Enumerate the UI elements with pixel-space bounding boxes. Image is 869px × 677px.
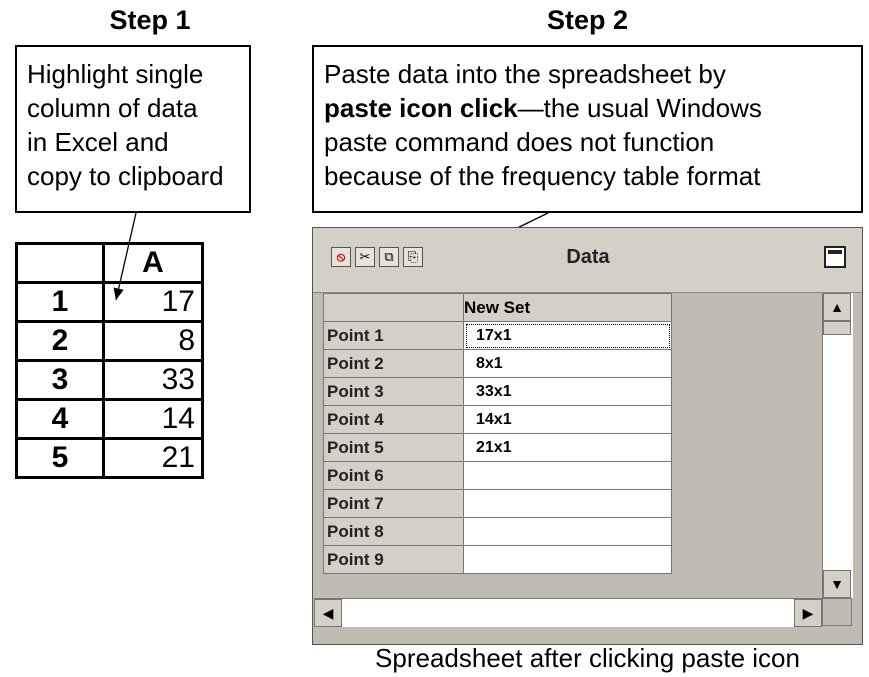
excel-row-header[interactable]: 3 [15,359,105,401]
caption: Spreadsheet after clicking paste icon [375,643,800,673]
row-label[interactable]: Point 3 [323,377,464,406]
no-entry-icon[interactable]: ⦸ [331,247,351,267]
column-header-new-set[interactable]: New Set [463,293,672,322]
step2-title: Step 2 [546,5,629,35]
scroll-down-arrow-icon[interactable]: ▼ [823,570,851,598]
grid-cell[interactable] [463,489,672,518]
scroll-right-arrow-icon[interactable]: ▶ [794,599,822,627]
grid-cell[interactable] [463,517,672,546]
data-window-title: Data [566,246,610,268]
grid-cell[interactable]: 14x1 [463,405,672,434]
copy-icon[interactable]: ⧉ [379,247,399,267]
data-window-titlebar: ⦸ ✂ ⧉ ⎘ Data [313,228,862,293]
step2-line2: paste icon click—the usual Windows [324,93,762,123]
grid-cell[interactable]: 21x1 [463,433,672,462]
row-label[interactable]: Point 8 [323,517,464,546]
excel-row-header[interactable]: 5 [15,437,105,479]
excel-table: A 1 17 28 3 33 4 14 5 21 [15,242,204,479]
scroll-up-arrow-icon[interactable]: ▲ [823,293,851,321]
scrollbar-corner [822,598,852,626]
maximize-button[interactable] [824,246,846,268]
step1-line1: Highlight single [27,59,204,89]
scroll-left-arrow-icon[interactable]: ◀ [314,599,342,627]
cut-icon[interactable]: ✂ [355,247,375,267]
excel-cell[interactable]: 14 [102,398,204,440]
paste-icon[interactable]: ⎘ [403,247,423,267]
excel-cell[interactable]: 8 [102,320,204,362]
step2-line3: paste command does not function [324,127,715,157]
vertical-scrollbar[interactable]: ▲ ▼ [822,293,853,598]
row-label[interactable]: Point 4 [323,405,464,434]
row-label[interactable]: Point 9 [323,545,464,574]
data-window: ⦸ ✂ ⧉ ⎘ Data New Set Point 1 17x1 Point 2… [312,227,863,645]
step1-line2: column of data [27,93,198,123]
step1-title: Step 1 [109,5,191,35]
excel-row-header[interactable]: 2 [15,320,105,362]
excel-row-header[interactable]: 1 [15,281,105,323]
row-label[interactable]: Point 1 [323,321,464,350]
step2-callout: Paste data into the spreadsheet by paste… [312,45,863,213]
horizontal-scrollbar[interactable]: ◀ ▶ [314,598,822,627]
grid-cell[interactable]: 33x1 [463,377,672,406]
step1-callout: Highlight single column of data in Excel… [15,45,251,213]
row-label[interactable]: Point 2 [323,349,464,378]
row-label[interactable]: Point 7 [323,489,464,518]
step2-line4: because of the frequency table format [324,161,761,191]
grid-corner [323,293,464,322]
step1-line3: in Excel and [27,127,169,157]
row-label[interactable]: Point 5 [323,433,464,462]
grid-cell[interactable] [463,545,672,574]
step2-bold-phrase: paste icon click [324,93,518,123]
excel-corner-cell [15,242,105,284]
grid-cell[interactable] [463,461,672,490]
excel-row-header[interactable]: 4 [15,398,105,440]
excel-cell[interactable]: 33 [102,359,204,401]
excel-cell[interactable]: 21 [102,437,204,479]
row-label[interactable]: Point 6 [323,461,464,490]
grid-cell[interactable]: 17x1 [463,321,672,350]
data-grid: New Set Point 1 17x1 Point 2 8x1 Point 3 33… [323,293,672,574]
step1-line4: copy to clipboard [27,161,224,191]
step2-line2-rest: —the usual Windows [517,93,762,123]
grid-cell[interactable]: 8x1 [463,349,672,378]
excel-cell[interactable]: 17 [102,281,204,323]
scroll-thumb[interactable] [823,321,851,335]
excel-column-header[interactable]: A [102,242,204,284]
step2-line1: Paste data into the spreadsheet by [324,59,726,89]
